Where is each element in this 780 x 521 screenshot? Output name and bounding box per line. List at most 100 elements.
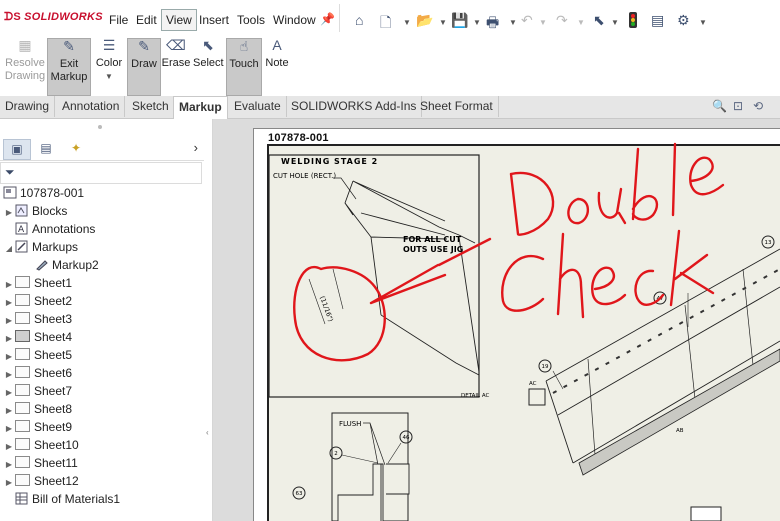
sheet-label: Sheet2 — [34, 294, 73, 308]
panel-grip[interactable] — [98, 125, 102, 129]
print-icon[interactable]: 🖶 — [486, 12, 499, 36]
tree-item-sheet[interactable]: ▶ Sheet11 — [3, 454, 78, 472]
sheet-label: Sheet3 — [34, 312, 73, 326]
tab-sheet-format[interactable]: Sheet Format — [415, 96, 499, 117]
select-button[interactable]: ⬉ Select — [193, 38, 224, 94]
menu-tools[interactable]: Tools — [237, 13, 265, 27]
open-folder-icon[interactable]: 📂 — [416, 12, 433, 29]
splitter-handle-icon[interactable]: ‹ — [206, 428, 209, 437]
open-dropdown-icon[interactable]: ▼ — [439, 18, 447, 27]
tree-item-sheet[interactable]: ▶ Sheet3 — [3, 310, 72, 328]
menu-window[interactable]: Window — [273, 13, 316, 27]
redo-icon[interactable]: ↷ — [556, 12, 568, 29]
new-document-icon[interactable]: 🗋 — [380, 12, 391, 36]
tree-item-sheet[interactable]: ▶ Sheet4 — [3, 328, 72, 346]
sheet-icon — [15, 456, 30, 468]
property-manager-tab-icon[interactable]: ▤ — [33, 139, 59, 158]
ds-logo-icon: ᗪS — [4, 11, 22, 23]
menu-insert[interactable]: Insert — [199, 13, 229, 27]
tree-item-sheet[interactable]: ▶ Sheet12 — [3, 472, 79, 490]
tree-item-sheet[interactable]: ▶ Sheet7 — [3, 382, 72, 400]
tree-root[interactable]: 107878-001 — [3, 184, 84, 202]
file-properties-icon[interactable]: ▤ — [651, 12, 664, 29]
options-gear-icon[interactable]: ⚙ — [677, 12, 690, 29]
svg-text:2: 2 — [334, 451, 338, 457]
tree-item-sheet[interactable]: ▶ Sheet10 — [3, 436, 79, 454]
exit-markup-button[interactable]: ✎ Exit Markup — [47, 38, 91, 96]
tree-filter[interactable]: ⏷ — [0, 162, 202, 184]
options-dropdown-icon[interactable]: ▼ — [699, 18, 707, 27]
drawing-canvas: WELDING STAGE 2 CUT HOLE (RECT.) FOR ALL… — [268, 142, 780, 521]
draw-button[interactable]: ✎ Draw — [127, 38, 161, 96]
graphics-area[interactable]: 107878-001 WELDING STAGE 2 CUT HOLE (REC… — [213, 119, 780, 521]
feature-manager-tab-icon[interactable]: ▣ — [3, 139, 31, 160]
tab-solidworks-add-ins[interactable]: SOLIDWORKS Add-Ins — [286, 96, 423, 117]
configuration-manager-tab-icon[interactable]: ✦ — [63, 139, 89, 158]
tree-item-sheet[interactable]: ▶ Sheet5 — [3, 346, 72, 364]
panel-tabs: ▣ ▤ ✦ › — [0, 138, 204, 161]
select-pointer-icon[interactable]: ⬉ — [593, 12, 605, 29]
menu-view[interactable]: View — [161, 9, 197, 31]
traffic-light-icon[interactable] — [628, 12, 638, 31]
undo-dropdown-icon[interactable]: ▼ — [539, 18, 547, 27]
markup-ink[interactable] — [293, 142, 725, 362]
save-dropdown-icon[interactable]: ▼ — [473, 18, 481, 27]
markups-icon — [15, 240, 29, 253]
menu-edit[interactable]: Edit — [136, 13, 157, 27]
tab-annotation[interactable]: Annotation — [57, 96, 126, 117]
tree-item-markup2[interactable]: Markup2 — [35, 256, 99, 274]
sheet-icon — [15, 474, 30, 486]
note-button[interactable]: A Note — [263, 38, 291, 94]
tree-item-sheet[interactable]: ▶ Sheet8 — [3, 400, 72, 418]
zoom-to-fit-icon[interactable]: 🔍 — [712, 99, 727, 113]
home-icon[interactable]: ⌂ — [355, 12, 363, 28]
tree-item-sheet[interactable]: ▶ Sheet1 — [3, 274, 72, 292]
color-lines-icon: ☰ — [102, 37, 116, 53]
tree-item-bom[interactable]: Bill of Materials1 — [3, 490, 120, 508]
color-dropdown-icon[interactable]: ▼ — [105, 72, 113, 81]
menu-file[interactable]: File — [109, 13, 128, 27]
solidworks-logo[interactable]: ᗪS SOLIDWORKS — [4, 11, 103, 24]
collapse-arrow-icon[interactable]: ◢ — [3, 240, 15, 258]
assembly-base-channel — [578, 348, 780, 476]
pin-icon[interactable]: 📌 — [320, 12, 335, 26]
bill-of-materials-icon — [15, 492, 29, 505]
jig-note-line1: FOR ALL CUT — [403, 235, 462, 244]
dimension-text: (11/16") — [318, 295, 335, 323]
sheet-label: Sheet11 — [34, 456, 78, 470]
tab-evaluate[interactable]: Evaluate — [229, 96, 287, 117]
markup-circle — [293, 265, 386, 362]
tab-drawing[interactable]: Drawing — [0, 96, 56, 117]
select-dropdown-icon[interactable]: ▼ — [611, 18, 619, 27]
tree-item-markups[interactable]: ◢ Markups — [3, 238, 78, 256]
flush-label: FLUSH — [339, 420, 361, 428]
exit-markup-icon: ✎ — [63, 38, 75, 54]
color-button[interactable]: ☰ Color ▼ — [92, 38, 126, 94]
tree-item-blocks[interactable]: ▶ Blocks — [3, 202, 67, 220]
touch-button[interactable]: ☝ Touch — [226, 38, 262, 96]
tree-item-sheet[interactable]: ▶ Sheet2 — [3, 292, 72, 310]
welding-stage-label: WELDING STAGE 2 — [281, 157, 378, 166]
save-icon[interactable]: 💾 — [451, 12, 468, 29]
panel-expand-chevron-icon[interactable]: › — [194, 140, 198, 155]
new-dropdown-icon[interactable]: ▼ — [403, 18, 411, 27]
tree-item-annotations[interactable]: A Annotations — [3, 220, 95, 238]
tree-item-sheet[interactable]: ▶ Sheet9 — [3, 418, 72, 436]
tree-item-sheet[interactable]: ▶ Sheet6 — [3, 364, 72, 382]
markup-pen-icon — [35, 258, 49, 271]
erase-button[interactable]: ⌫ Erase — [161, 38, 191, 94]
sheet-icon — [15, 402, 30, 414]
zoom-to-area-icon[interactable]: ⊡ — [733, 99, 743, 113]
undo-icon[interactable]: ↶ — [521, 12, 533, 29]
redo-dropdown-icon[interactable]: ▼ — [577, 18, 585, 27]
sheet-label: Sheet6 — [34, 366, 73, 380]
tab-sketch[interactable]: Sketch — [127, 96, 175, 117]
jig-note-line2: OUTS USE JIG — [403, 245, 463, 254]
previous-view-icon[interactable]: ⟲ — [753, 99, 763, 113]
sheet-label: Sheet1 — [34, 276, 73, 290]
sheet-icon — [15, 348, 30, 360]
panel-splitter[interactable]: ‹ — [204, 119, 213, 521]
print-dropdown-icon[interactable]: ▼ — [509, 18, 517, 27]
tab-markup[interactable]: Markup — [173, 96, 228, 119]
resolve-drawing-button[interactable]: ▦ Resolve Drawing — [4, 38, 46, 94]
